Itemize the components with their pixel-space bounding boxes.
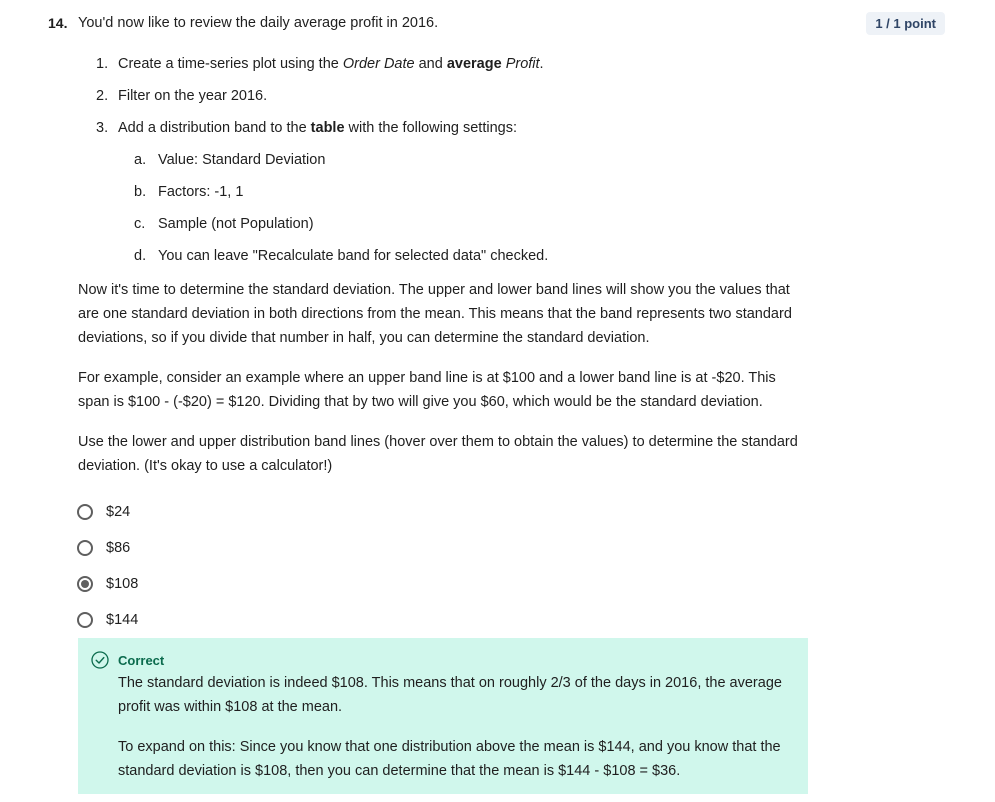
option-144[interactable]: $144: [77, 602, 138, 638]
feedback-text-expanded: To expand on this: Since you know that o…: [118, 739, 781, 779]
option-24[interactable]: $24: [77, 494, 138, 530]
feedback-text: The standard deviation is indeed $108. T…: [118, 675, 782, 715]
setting-sample: c. Sample (not Population): [134, 216, 314, 232]
radio-button[interactable]: [77, 504, 93, 520]
option-label: $108: [106, 576, 139, 592]
points-badge: 1 / 1 point: [866, 12, 945, 35]
setting-value: a. Value: Standard Deviation: [134, 152, 326, 168]
setting-factors: b. Factors: -1, 1: [134, 184, 244, 200]
option-86[interactable]: $86: [77, 530, 138, 566]
step-3: 3. Add a distribution band to the table …: [96, 120, 517, 136]
question-title: You'd now like to review the daily avera…: [78, 15, 439, 31]
check-circle-icon: [91, 651, 109, 669]
step-3-settings: a. Value: Standard Deviation b. Factors:…: [134, 146, 814, 274]
radio-button[interactable]: [77, 540, 93, 556]
option-108[interactable]: $108: [77, 566, 138, 602]
setting-recalculate: d. You can leave "Recalculate band for s…: [134, 248, 549, 264]
example-paragraph: For example, consider an example where a…: [78, 370, 776, 410]
instruction-steps: 1. Create a time-series plot using the O…: [96, 50, 816, 146]
explanation-paragraph: Now it's time to determine the standard …: [78, 282, 792, 346]
option-label: $144: [106, 612, 139, 628]
radio-button-selected[interactable]: [77, 576, 93, 592]
question-number: 14.: [48, 15, 68, 31]
step-2: 2. Filter on the year 2016.: [96, 88, 268, 104]
question-header: 14. You'd now like to review the daily a…: [48, 12, 945, 36]
correct-label: Correct: [118, 653, 165, 668]
prompt-paragraph: Use the lower and upper distribution ban…: [78, 434, 798, 474]
step-1: 1. Create a time-series plot using the O…: [96, 56, 544, 72]
feedback-box: Correct The standard deviation is indeed…: [78, 638, 808, 794]
option-label: $24: [106, 504, 131, 520]
radio-button[interactable]: [77, 612, 93, 628]
option-label: $86: [106, 540, 131, 556]
answer-options: $24 $86 $108 $144: [77, 494, 138, 638]
